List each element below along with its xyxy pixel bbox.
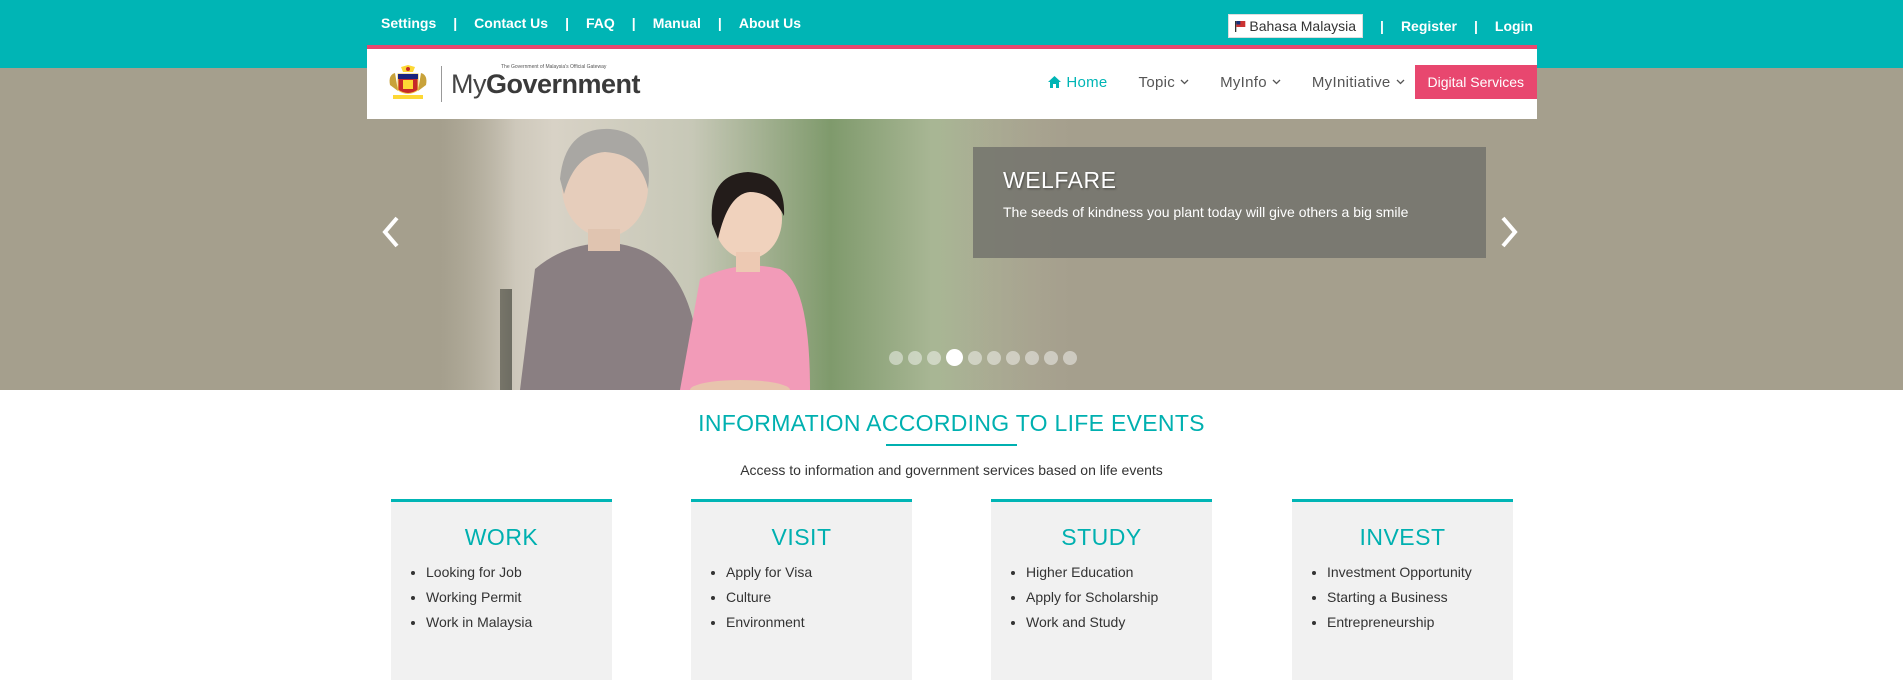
manual-link[interactable]: Manual (653, 15, 701, 31)
carousel-dot[interactable] (908, 350, 922, 365)
logo-name-main: Government (486, 69, 641, 99)
carousel-prev-button[interactable] (376, 212, 406, 252)
carousel-dot[interactable] (946, 349, 963, 366)
chevron-down-icon (1396, 79, 1404, 85)
about-us-link[interactable]: About Us (739, 15, 801, 31)
separator: | (1473, 18, 1478, 34)
card-title[interactable]: INVEST (1292, 524, 1513, 551)
life-event-card-invest: INVEST Investment Opportunity Starting a… (1292, 499, 1513, 680)
chevron-down-icon (1272, 79, 1281, 85)
list-item[interactable]: Work in Malaysia (426, 610, 612, 635)
login-link[interactable]: Login (1495, 18, 1533, 34)
logo-divider (441, 66, 442, 102)
separator: | (1380, 18, 1384, 34)
list-item[interactable]: Work and Study (1026, 610, 1212, 635)
language-label: Bahasa Malaysia (1249, 18, 1357, 34)
site-logo[interactable]: The Government of Malaysia's Official Ga… (385, 64, 641, 103)
digital-services-button[interactable]: Digital Services (1414, 65, 1537, 99)
separator: | (631, 15, 636, 31)
slide-caption-box: WELFARE The seeds of kindness you plant … (973, 147, 1486, 258)
nav-myinitiative[interactable]: MyInitiative (1312, 74, 1405, 91)
home-icon (1048, 76, 1062, 88)
utility-links: Settings | Contact Us | FAQ | Manual | A… (381, 15, 801, 31)
section-subtitle: Access to information and government ser… (740, 462, 1163, 478)
register-link[interactable]: Register (1401, 18, 1457, 34)
chevron-down-icon (1180, 79, 1189, 85)
list-item[interactable]: Looking for Job (426, 560, 612, 585)
nav-home[interactable]: Home (1048, 74, 1107, 91)
list-item[interactable]: Apply for Scholarship (1026, 585, 1212, 610)
carousel-dot[interactable] (889, 350, 903, 365)
carousel-dot[interactable] (968, 350, 982, 365)
main-nav: Home Topic MyInfo MyInitiative Digital S… (1048, 65, 1537, 99)
list-item[interactable]: Higher Education (1026, 560, 1212, 585)
carousel-indicators (889, 349, 1077, 366)
list-item[interactable]: Culture (726, 585, 912, 610)
list-item[interactable]: Environment (726, 610, 912, 635)
flag-icon (1235, 21, 1246, 32)
life-event-card-work: WORK Looking for Job Working Permit Work… (391, 499, 612, 680)
list-item[interactable]: Working Permit (426, 585, 612, 610)
account-links: Bahasa Malaysia | Register | Login (1228, 14, 1533, 38)
carousel-dot[interactable] (1025, 350, 1039, 365)
separator: | (565, 15, 569, 31)
logo-tagline: The Government of Malaysia's Official Ga… (501, 64, 607, 70)
nav-myinfo[interactable]: MyInfo (1220, 74, 1281, 91)
list-item[interactable]: Investment Opportunity (1327, 560, 1513, 585)
section-title: INFORMATION ACCORDING TO LIFE EVENTS (698, 410, 1205, 436)
nav-myinitiative-label: MyInitiative (1311, 73, 1391, 91)
nav-topic[interactable]: Topic (1139, 74, 1190, 91)
faq-link[interactable]: FAQ (586, 15, 615, 31)
chevron-left-icon (382, 216, 399, 248)
section-title-underline (886, 444, 1017, 446)
list-item[interactable]: Apply for Visa (726, 560, 912, 585)
language-toggle-button[interactable]: Bahasa Malaysia (1228, 14, 1364, 38)
carousel-dot[interactable] (1006, 350, 1020, 365)
chevron-right-icon (1501, 216, 1518, 248)
carousel-next-button[interactable] (1494, 212, 1524, 252)
logo-wordmark: The Government of Malaysia's Official Ga… (451, 64, 641, 101)
card-title[interactable]: STUDY (991, 524, 1212, 551)
logo-name-prefix: My (451, 69, 487, 99)
nav-topic-label: Topic (1138, 73, 1176, 91)
carousel-dot[interactable] (1063, 350, 1077, 365)
separator: | (717, 15, 722, 31)
contact-us-link[interactable]: Contact Us (474, 15, 548, 31)
carousel-dot[interactable] (987, 350, 1001, 365)
coat-of-arms-icon (389, 65, 427, 99)
separator: | (453, 15, 458, 31)
life-event-card-study: STUDY Higher Education Apply for Scholar… (991, 499, 1212, 680)
nav-home-label: Home (1066, 73, 1108, 91)
life-event-card-visit: VISIT Apply for Visa Culture Environment (691, 499, 912, 680)
card-title[interactable]: WORK (391, 524, 612, 551)
hero-carousel: WELFARE The seeds of kindness you plant … (367, 119, 1537, 390)
carousel-dot[interactable] (1044, 350, 1058, 365)
list-item[interactable]: Entrepreneurship (1327, 610, 1513, 635)
nav-myinfo-label: MyInfo (1220, 73, 1267, 91)
slide-caption: The seeds of kindness you plant today wi… (1003, 204, 1409, 220)
carousel-dot[interactable] (927, 350, 941, 365)
list-item[interactable]: Starting a Business (1327, 585, 1513, 610)
slide-title: WELFARE (1003, 167, 1117, 193)
settings-link[interactable]: Settings (381, 15, 436, 31)
card-title[interactable]: VISIT (691, 524, 912, 551)
main-header: The Government of Malaysia's Official Ga… (367, 45, 1537, 119)
